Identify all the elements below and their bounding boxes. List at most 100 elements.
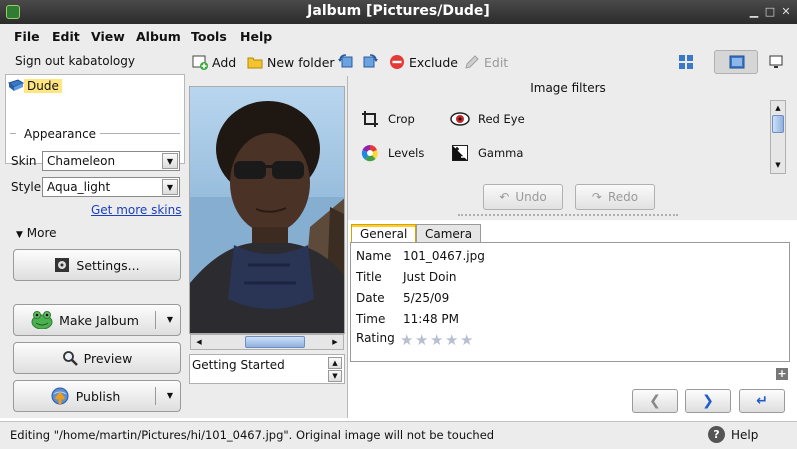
menu-bar: File Edit View Album Tools Help	[0, 24, 797, 48]
tree-item-dude[interactable]: Dude	[8, 78, 62, 94]
style-select[interactable]: Aqua_light ▼	[42, 177, 180, 197]
image-view-button[interactable]	[714, 50, 758, 74]
make-jalbum-button[interactable]: Make Jalbum ▼	[13, 304, 181, 336]
chevron-down-icon[interactable]: ▼	[162, 179, 178, 195]
menu-file[interactable]: File	[14, 29, 40, 44]
chevron-down-icon[interactable]: ▼	[167, 391, 173, 400]
scroll-thumb[interactable]	[772, 115, 784, 133]
levels-filter[interactable]: Levels	[360, 143, 424, 163]
close-icon[interactable]: ✕	[778, 4, 794, 20]
undo-button[interactable]: ↶ Undo	[483, 184, 563, 210]
time-value[interactable]: 11:48 PM	[403, 312, 459, 326]
rotate-right-button[interactable]	[362, 52, 378, 72]
publish-globe-icon	[50, 386, 70, 406]
scroll-thumb[interactable]	[245, 336, 305, 348]
splitter-handle[interactable]	[458, 214, 678, 216]
scroll-up-icon[interactable]: ▲	[772, 102, 784, 114]
add-button[interactable]: Add	[192, 52, 236, 72]
album-folder-icon	[8, 79, 24, 91]
maximize-icon[interactable]: □	[762, 4, 778, 20]
rating-star-icon[interactable]: ★	[445, 331, 458, 349]
caption-up-icon[interactable]: ▲	[328, 357, 342, 369]
return-button[interactable]: ↵	[739, 389, 785, 413]
settings-button[interactable]: Settings...	[13, 249, 181, 281]
portrait-photo	[190, 87, 344, 333]
rating-star-icon[interactable]: ★	[400, 331, 413, 349]
scroll-right-icon[interactable]: ▶	[329, 336, 341, 348]
menu-view[interactable]: View	[91, 29, 125, 44]
scroll-down-icon[interactable]: ▼	[772, 159, 784, 171]
divider	[100, 133, 180, 134]
photo-horizontal-scrollbar[interactable]: ◀ ▶	[190, 334, 344, 350]
redo-button[interactable]: ↷ Redo	[575, 184, 655, 210]
menu-tools[interactable]: Tools	[191, 29, 227, 44]
new-folder-label: New folder	[267, 54, 335, 70]
scroll-left-icon[interactable]: ◀	[193, 336, 205, 348]
filters-title: Image filters	[530, 81, 606, 95]
gamma-filter[interactable]: Gamma	[450, 143, 523, 163]
skin-label: Skin	[11, 154, 37, 168]
menu-album[interactable]: Album	[136, 29, 181, 44]
left-panel: Sign out kabatology Dude Appearance Skin…	[0, 48, 188, 418]
exclude-icon	[389, 54, 405, 70]
title-value[interactable]: Just Doin	[403, 270, 456, 284]
add-label: Add	[212, 54, 237, 70]
rating-star-icon[interactable]: ★	[460, 331, 473, 349]
tab-general[interactable]: General	[351, 224, 417, 243]
skin-select[interactable]: Chameleon ▼	[42, 151, 180, 171]
status-bar: Editing "/home/martin/Pictures/hi/101_04…	[0, 421, 797, 449]
tab-camera[interactable]: Camera	[416, 224, 482, 243]
arrow-left-icon: ❮	[649, 393, 661, 409]
name-value[interactable]: 101_0467.jpg	[403, 249, 485, 263]
undo-label: Undo	[515, 190, 547, 204]
publish-button[interactable]: Publish ▼	[13, 380, 181, 412]
title-label: Title	[356, 270, 382, 284]
more-toggle[interactable]: ▼ More	[16, 226, 57, 240]
menu-help[interactable]: Help	[240, 29, 272, 44]
preview-button[interactable]: Preview	[13, 342, 181, 374]
levels-label: Levels	[388, 146, 425, 160]
edit-button[interactable]: Edit	[464, 52, 508, 72]
previous-button[interactable]: ❮	[632, 389, 678, 413]
signout-link[interactable]: Sign out kabatology	[15, 54, 135, 68]
help-button[interactable]: ? Help	[708, 426, 758, 443]
chevron-down-icon[interactable]: ▼	[162, 153, 178, 169]
single-image-view-icon	[729, 55, 745, 69]
style-label: Style	[11, 180, 42, 194]
crop-filter[interactable]: Crop	[360, 109, 415, 129]
filters-scrollbar[interactable]: ▲ ▼	[770, 100, 786, 174]
photo-preview[interactable]	[189, 86, 345, 334]
rating-star-icon[interactable]: ★	[415, 331, 428, 349]
get-more-skins-link[interactable]: Get more skins	[91, 203, 182, 217]
caption-field[interactable]: Getting Started ▲ ▼	[189, 354, 345, 384]
color-wheel-icon	[360, 143, 380, 163]
time-label: Time	[356, 312, 386, 326]
preview-label: Preview	[83, 350, 133, 366]
add-field-icon[interactable]: +	[776, 368, 788, 380]
image-info-panel: Name 101_0467.jpg Title Just Doin Date 5…	[350, 242, 790, 362]
exclude-button[interactable]: Exclude	[389, 52, 458, 72]
magnifier-icon	[62, 350, 78, 366]
toolbar: Add New folder Exclude Edit	[188, 48, 797, 76]
rotate-left-button[interactable]	[338, 52, 354, 72]
divider	[10, 133, 16, 134]
divider	[155, 311, 156, 329]
date-value[interactable]: 5/25/09	[403, 291, 449, 305]
slideshow-view-button[interactable]	[754, 50, 797, 74]
new-folder-button[interactable]: New folder	[247, 52, 335, 72]
chevron-down-icon[interactable]: ▼	[167, 315, 173, 324]
style-value: Aqua_light	[47, 180, 111, 194]
minimize-icon[interactable]: ▁	[746, 4, 762, 20]
edit-pencil-icon	[464, 54, 480, 70]
thumbnail-view-button[interactable]	[664, 50, 708, 74]
exclude-label: Exclude	[409, 54, 458, 70]
help-icon: ?	[708, 426, 725, 443]
menu-edit[interactable]: Edit	[52, 29, 80, 44]
rating-star-icon[interactable]: ★	[430, 331, 443, 349]
caption-down-icon[interactable]: ▼	[328, 370, 342, 382]
rating-label: Rating	[356, 331, 395, 345]
redo-icon: ↷	[591, 190, 602, 204]
publish-label: Publish	[75, 388, 121, 404]
red-eye-filter[interactable]: Red Eye	[450, 109, 525, 129]
next-button[interactable]: ❯	[685, 389, 731, 413]
